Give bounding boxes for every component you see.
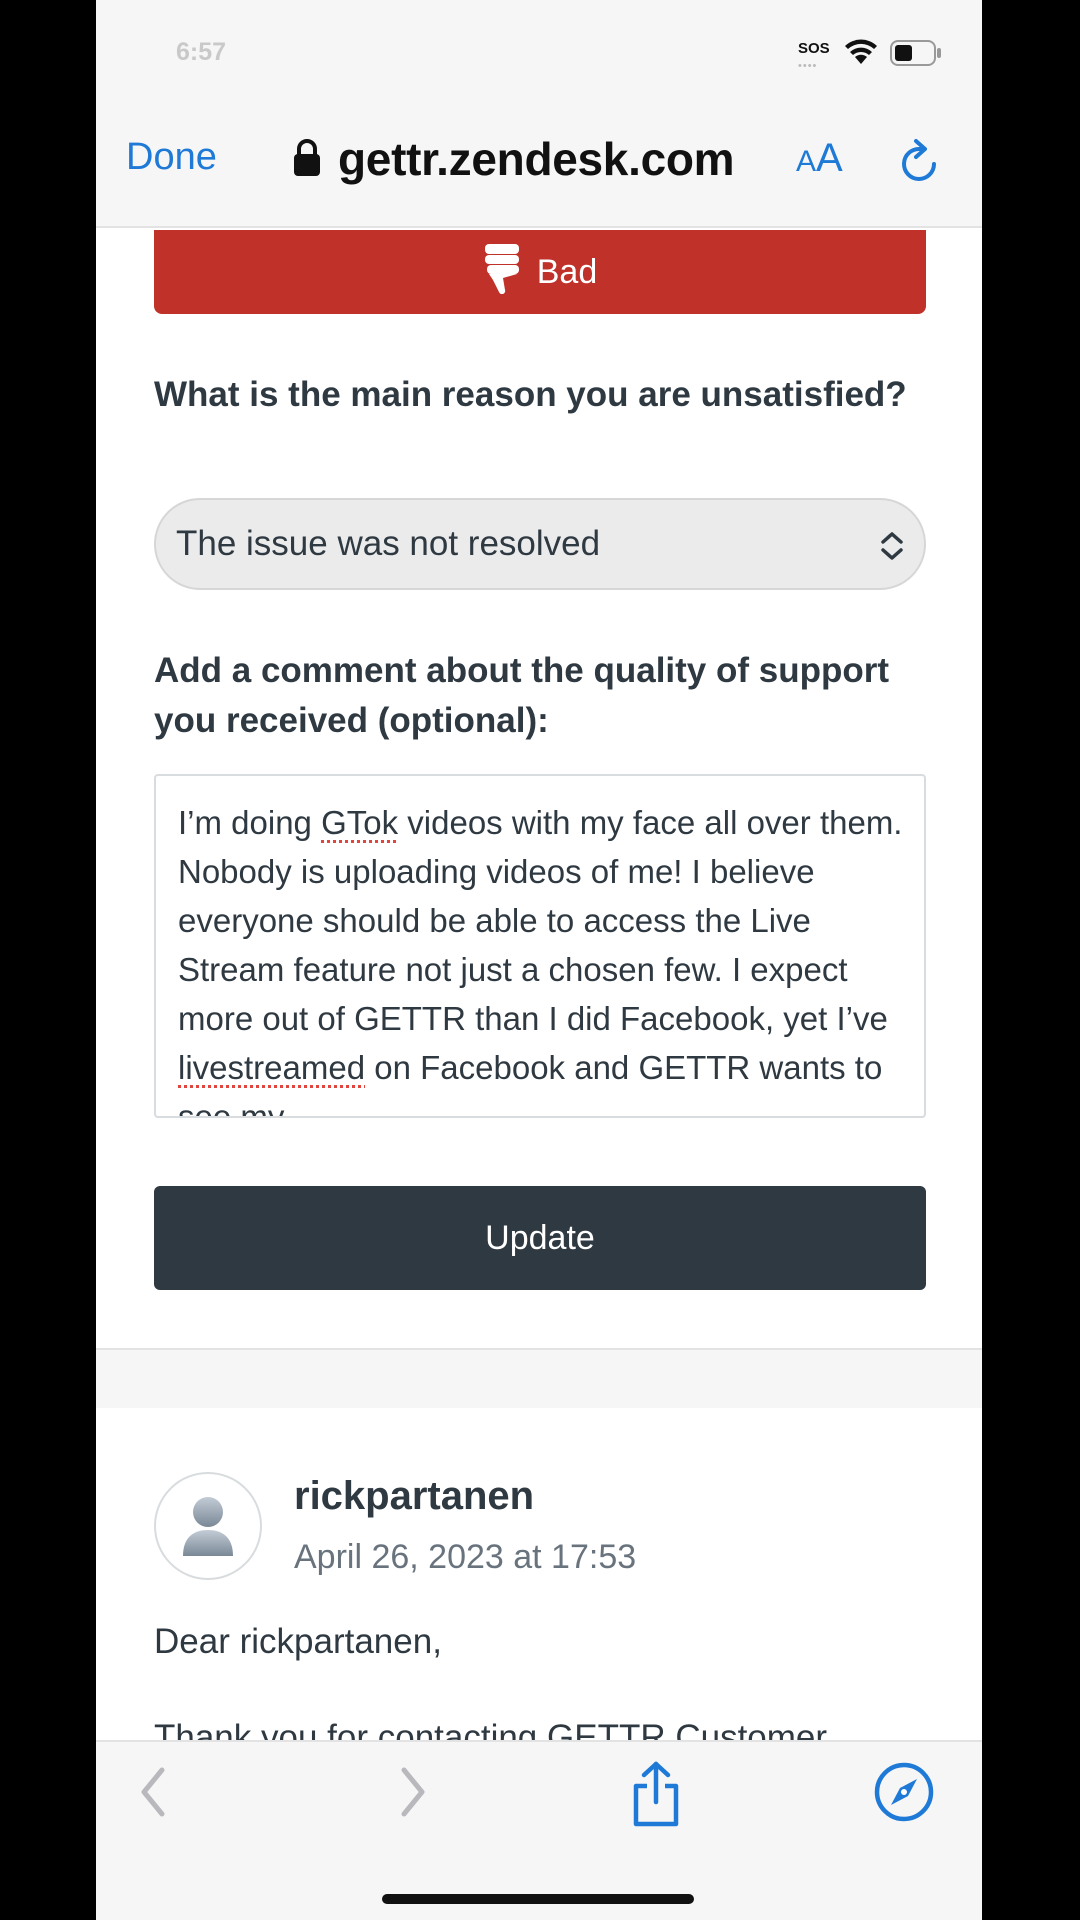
user-icon (183, 1497, 233, 1556)
message-greeting: Dear rickpartanen, (154, 1622, 442, 1661)
screen: 6:57 SOS •••• Done gettr.zendesk.com AA … (96, 0, 982, 1920)
rating-bad-label: Bad (536, 252, 598, 291)
compass-icon[interactable] (874, 1762, 934, 1827)
update-button[interactable]: Update (154, 1186, 926, 1290)
rating-bad-button[interactable]: Bad (154, 230, 926, 314)
author-name: rickpartanen (294, 1474, 535, 1518)
done-button[interactable]: Done (126, 136, 217, 179)
signal-dots-icon: •••• (798, 60, 818, 72)
section-divider (96, 1348, 982, 1408)
home-indicator[interactable] (382, 1894, 694, 1904)
browser-address-bar: Done gettr.zendesk.com AA (96, 104, 982, 228)
wifi-icon (844, 38, 878, 71)
reason-selected-value: The issue was not resolved (176, 524, 601, 563)
chevron-up-down-icon (878, 530, 906, 571)
comment-question-label: Add a comment about the quality of suppo… (154, 651, 889, 740)
misspelled-word: GTok (321, 804, 399, 841)
lock-icon (292, 138, 322, 183)
forward-icon[interactable] (396, 1764, 430, 1825)
back-icon[interactable] (136, 1764, 170, 1825)
sos-indicator: SOS (798, 40, 830, 57)
reason-select[interactable]: The issue was not resolved (154, 498, 926, 590)
url-field[interactable]: gettr.zendesk.com (338, 132, 735, 186)
battery-icon (890, 40, 942, 71)
avatar (154, 1472, 262, 1580)
status-bar: 6:57 SOS •••• (96, 0, 982, 104)
share-icon[interactable] (628, 1760, 684, 1833)
thumbs-down-icon (483, 242, 521, 303)
browser-toolbar (96, 1740, 982, 1920)
misspelled-word: livestreamed (178, 1049, 366, 1086)
reload-icon[interactable] (898, 138, 942, 191)
comment-textarea[interactable]: I’m doing GTok videos with my face all o… (154, 774, 926, 1118)
text-size-big-label: A (816, 136, 843, 180)
message-date: April 26, 2023 at 17:53 (294, 1538, 637, 1576)
comment-text-part: I’m doing (178, 804, 322, 841)
text-size-button[interactable]: AA (796, 136, 843, 181)
reason-question-label: What is the main reason you are unsatisf… (154, 375, 907, 414)
status-time: 6:57 (176, 38, 227, 66)
text-size-small-label: A (796, 145, 817, 178)
